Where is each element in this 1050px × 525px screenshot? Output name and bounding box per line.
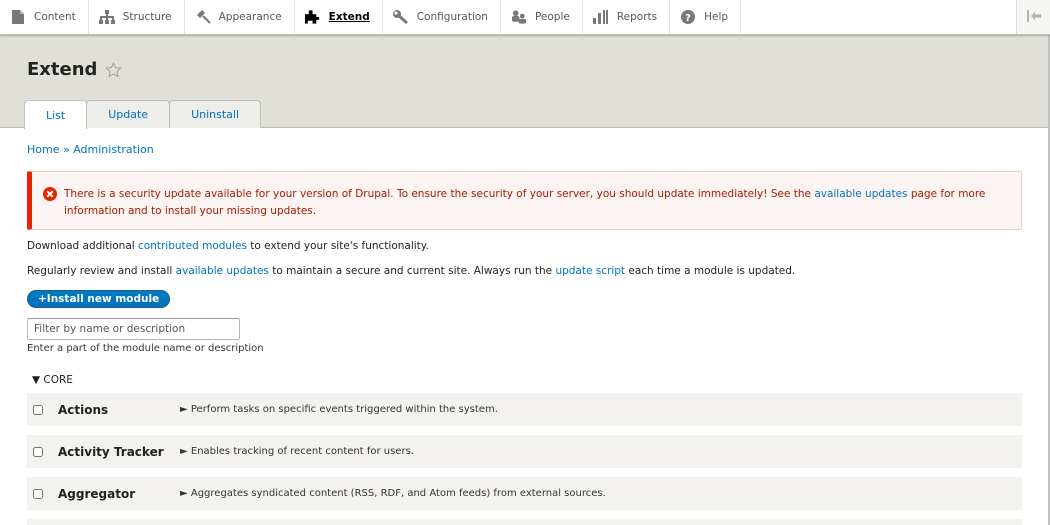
toolbar-item-reports[interactable]: Reports <box>583 0 671 34</box>
toolbar-item-configuration[interactable]: Configuration <box>383 0 501 34</box>
toolbar-label: Reports <box>616 11 658 23</box>
toolbar-label: Appearance <box>218 11 282 23</box>
module-checkbox[interactable] <box>33 488 43 499</box>
toolbar-label: Structure <box>122 11 172 23</box>
intro-text: to extend your site's functionality. <box>246 240 429 252</box>
module-name: Actions <box>58 402 109 417</box>
tab-uninstall[interactable]: Uninstall <box>169 100 262 128</box>
svg-text:?: ? <box>685 13 691 24</box>
update-script-link[interactable]: update script <box>555 265 625 277</box>
toolbar-orientation-toggle[interactable] <box>1016 0 1050 34</box>
breadcrumb-home[interactable]: Home <box>27 143 59 156</box>
intro-text: each time a module is updated. <box>625 265 796 277</box>
breadcrumb-administration[interactable]: Administration <box>73 143 154 156</box>
file-icon <box>10 9 26 25</box>
toolbar-label: Extend <box>328 11 370 23</box>
review-updates-text: Regularly review and install available u… <box>27 265 795 277</box>
breadcrumb: Home » Administration <box>27 143 154 156</box>
module-checkbox[interactable] <box>33 446 43 457</box>
toolbar-item-appearance[interactable]: Appearance <box>185 0 295 34</box>
wrench-icon <box>392 9 409 25</box>
module-row: Aggregator ► Aggregates syndicated conte… <box>27 477 1022 510</box>
page-title: Extend <box>27 59 123 80</box>
module-description[interactable]: ► Aggregates syndicated content (RSS, RD… <box>180 488 606 499</box>
breadcrumb-separator: » <box>59 143 74 156</box>
module-name: Activity Tracker <box>58 444 164 459</box>
toolbar-item-help[interactable]: ? Help <box>670 0 742 34</box>
toolbar-item-people[interactable]: People <box>501 0 583 34</box>
people-icon <box>511 9 527 25</box>
security-alert: There is a security update available for… <box>27 171 1022 230</box>
toolbar-item-extend[interactable]: Extend <box>295 0 383 34</box>
shortcut-star-icon[interactable] <box>105 61 123 78</box>
toolbar-label: Configuration <box>416 11 488 23</box>
module-description[interactable]: ► Enables tracking of recent content for… <box>180 446 414 457</box>
page-title-text: Extend <box>27 59 98 80</box>
module-row: Actions ► Perform tasks on specific even… <box>27 393 1022 426</box>
toolbar-label: Help <box>704 11 729 23</box>
module-row-partial <box>27 519 1022 525</box>
module-filter-input[interactable] <box>27 318 240 340</box>
bar-chart-icon <box>592 9 609 25</box>
intro-text: Regularly review and install <box>27 265 176 277</box>
intro-text: to maintain a secure and current site. A… <box>268 265 556 277</box>
toolbar-item-structure[interactable]: Structure <box>89 0 185 34</box>
module-checkbox[interactable] <box>33 404 43 415</box>
page-header: Extend List Update Uninstall <box>0 35 1050 129</box>
install-new-module-button[interactable]: +Install new module <box>27 290 171 308</box>
alert-text: There is a security update available for… <box>64 188 815 200</box>
available-updates-link[interactable]: available updates <box>176 265 269 277</box>
admin-toolbar: Content Structure Appearance Extend Conf… <box>0 0 1050 35</box>
paintbrush-icon <box>195 9 211 25</box>
puzzle-icon <box>304 9 321 25</box>
intro-text: Download additional <box>27 240 139 252</box>
module-row: Activity Tracker ► Enables tracking of r… <box>27 435 1022 468</box>
toolbar-label: Content <box>34 11 76 23</box>
primary-tabs: List Update Uninstall <box>24 100 262 129</box>
core-section-toggle[interactable]: ▼ CORE <box>32 374 73 386</box>
help-icon: ? <box>680 9 696 25</box>
download-modules-text: Download additional contributed modules … <box>27 240 429 252</box>
sitemap-icon <box>98 9 115 25</box>
tab-update[interactable]: Update <box>86 100 171 128</box>
collapse-toolbar-icon <box>1026 9 1041 25</box>
module-name: Aggregator <box>58 486 136 501</box>
tab-list[interactable]: List <box>24 100 88 129</box>
error-icon <box>43 187 57 201</box>
alert-available-updates-link[interactable]: available updates <box>814 188 907 200</box>
toolbar-item-content[interactable]: Content <box>0 0 89 34</box>
toolbar-label: People <box>534 11 570 23</box>
filter-hint: Enter a part of the module name or descr… <box>27 343 264 354</box>
contributed-modules-link[interactable]: contributed modules <box>138 240 247 252</box>
module-description[interactable]: ► Perform tasks on specific events trigg… <box>180 404 498 415</box>
